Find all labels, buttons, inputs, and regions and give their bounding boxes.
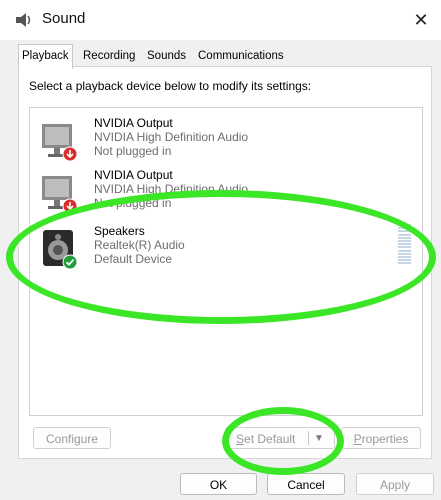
properties-accel: P: [353, 432, 362, 446]
not-plugged-badge-icon: [62, 198, 78, 214]
set-default-accel: S: [236, 432, 245, 446]
device-item-speakers[interactable]: Speakers Realtek(R) Audio Default Device: [30, 220, 422, 272]
device-name: NVIDIA Output: [94, 116, 173, 130]
title-bar: Sound ✕: [0, 0, 441, 40]
window-title: Sound: [42, 10, 86, 27]
instruction-text: Select a playback device below to modify…: [29, 79, 312, 93]
configure-button[interactable]: Configure: [33, 427, 111, 449]
ok-label: OK: [209, 478, 228, 492]
apply-button[interactable]: Apply: [356, 473, 434, 495]
close-button[interactable]: ✕: [407, 6, 435, 34]
tab-playback[interactable]: Playback: [18, 44, 73, 69]
device-status: Not plugged in: [94, 144, 172, 158]
sound-speaker-icon: [16, 13, 31, 27]
cancel-label: Cancel: [287, 478, 325, 492]
playback-panel: Select a playback device below to modify…: [18, 66, 432, 459]
cancel-button[interactable]: Cancel: [267, 473, 345, 495]
device-driver: Realtek(R) Audio: [94, 238, 185, 252]
configure-label: Configure: [45, 432, 99, 446]
default-check-icon: [62, 254, 78, 270]
device-list[interactable]: NVIDIA Output NVIDIA High Definition Aud…: [29, 107, 423, 416]
properties-label: roperties: [361, 432, 409, 446]
tab-recording[interactable]: Recording: [80, 46, 138, 66]
set-default-label: et Default: [244, 432, 296, 446]
device-item-nvidia-output-1[interactable]: NVIDIA Output NVIDIA High Definition Aud…: [30, 112, 422, 164]
device-status: Default Device: [94, 252, 173, 266]
volume-level-meter: [398, 224, 411, 268]
tab-sounds[interactable]: Sounds: [144, 46, 189, 66]
device-name: NVIDIA Output: [94, 168, 173, 182]
device-item-nvidia-output-2[interactable]: NVIDIA Output NVIDIA High Definition Aud…: [30, 164, 422, 216]
apply-label: Apply: [379, 478, 411, 492]
device-driver: NVIDIA High Definition Audio: [94, 182, 249, 196]
set-default-button[interactable]: Set Default ▼: [225, 427, 335, 449]
device-status: Not plugged in: [94, 196, 172, 210]
tab-communications[interactable]: Communications: [195, 46, 287, 66]
device-name: Speakers: [94, 224, 145, 238]
chevron-down-icon[interactable]: ▼: [314, 428, 324, 450]
device-driver: NVIDIA High Definition Audio: [94, 130, 249, 144]
properties-button[interactable]: Properties: [341, 427, 421, 449]
not-plugged-badge-icon: [62, 146, 78, 162]
ok-button[interactable]: OK: [180, 473, 257, 495]
